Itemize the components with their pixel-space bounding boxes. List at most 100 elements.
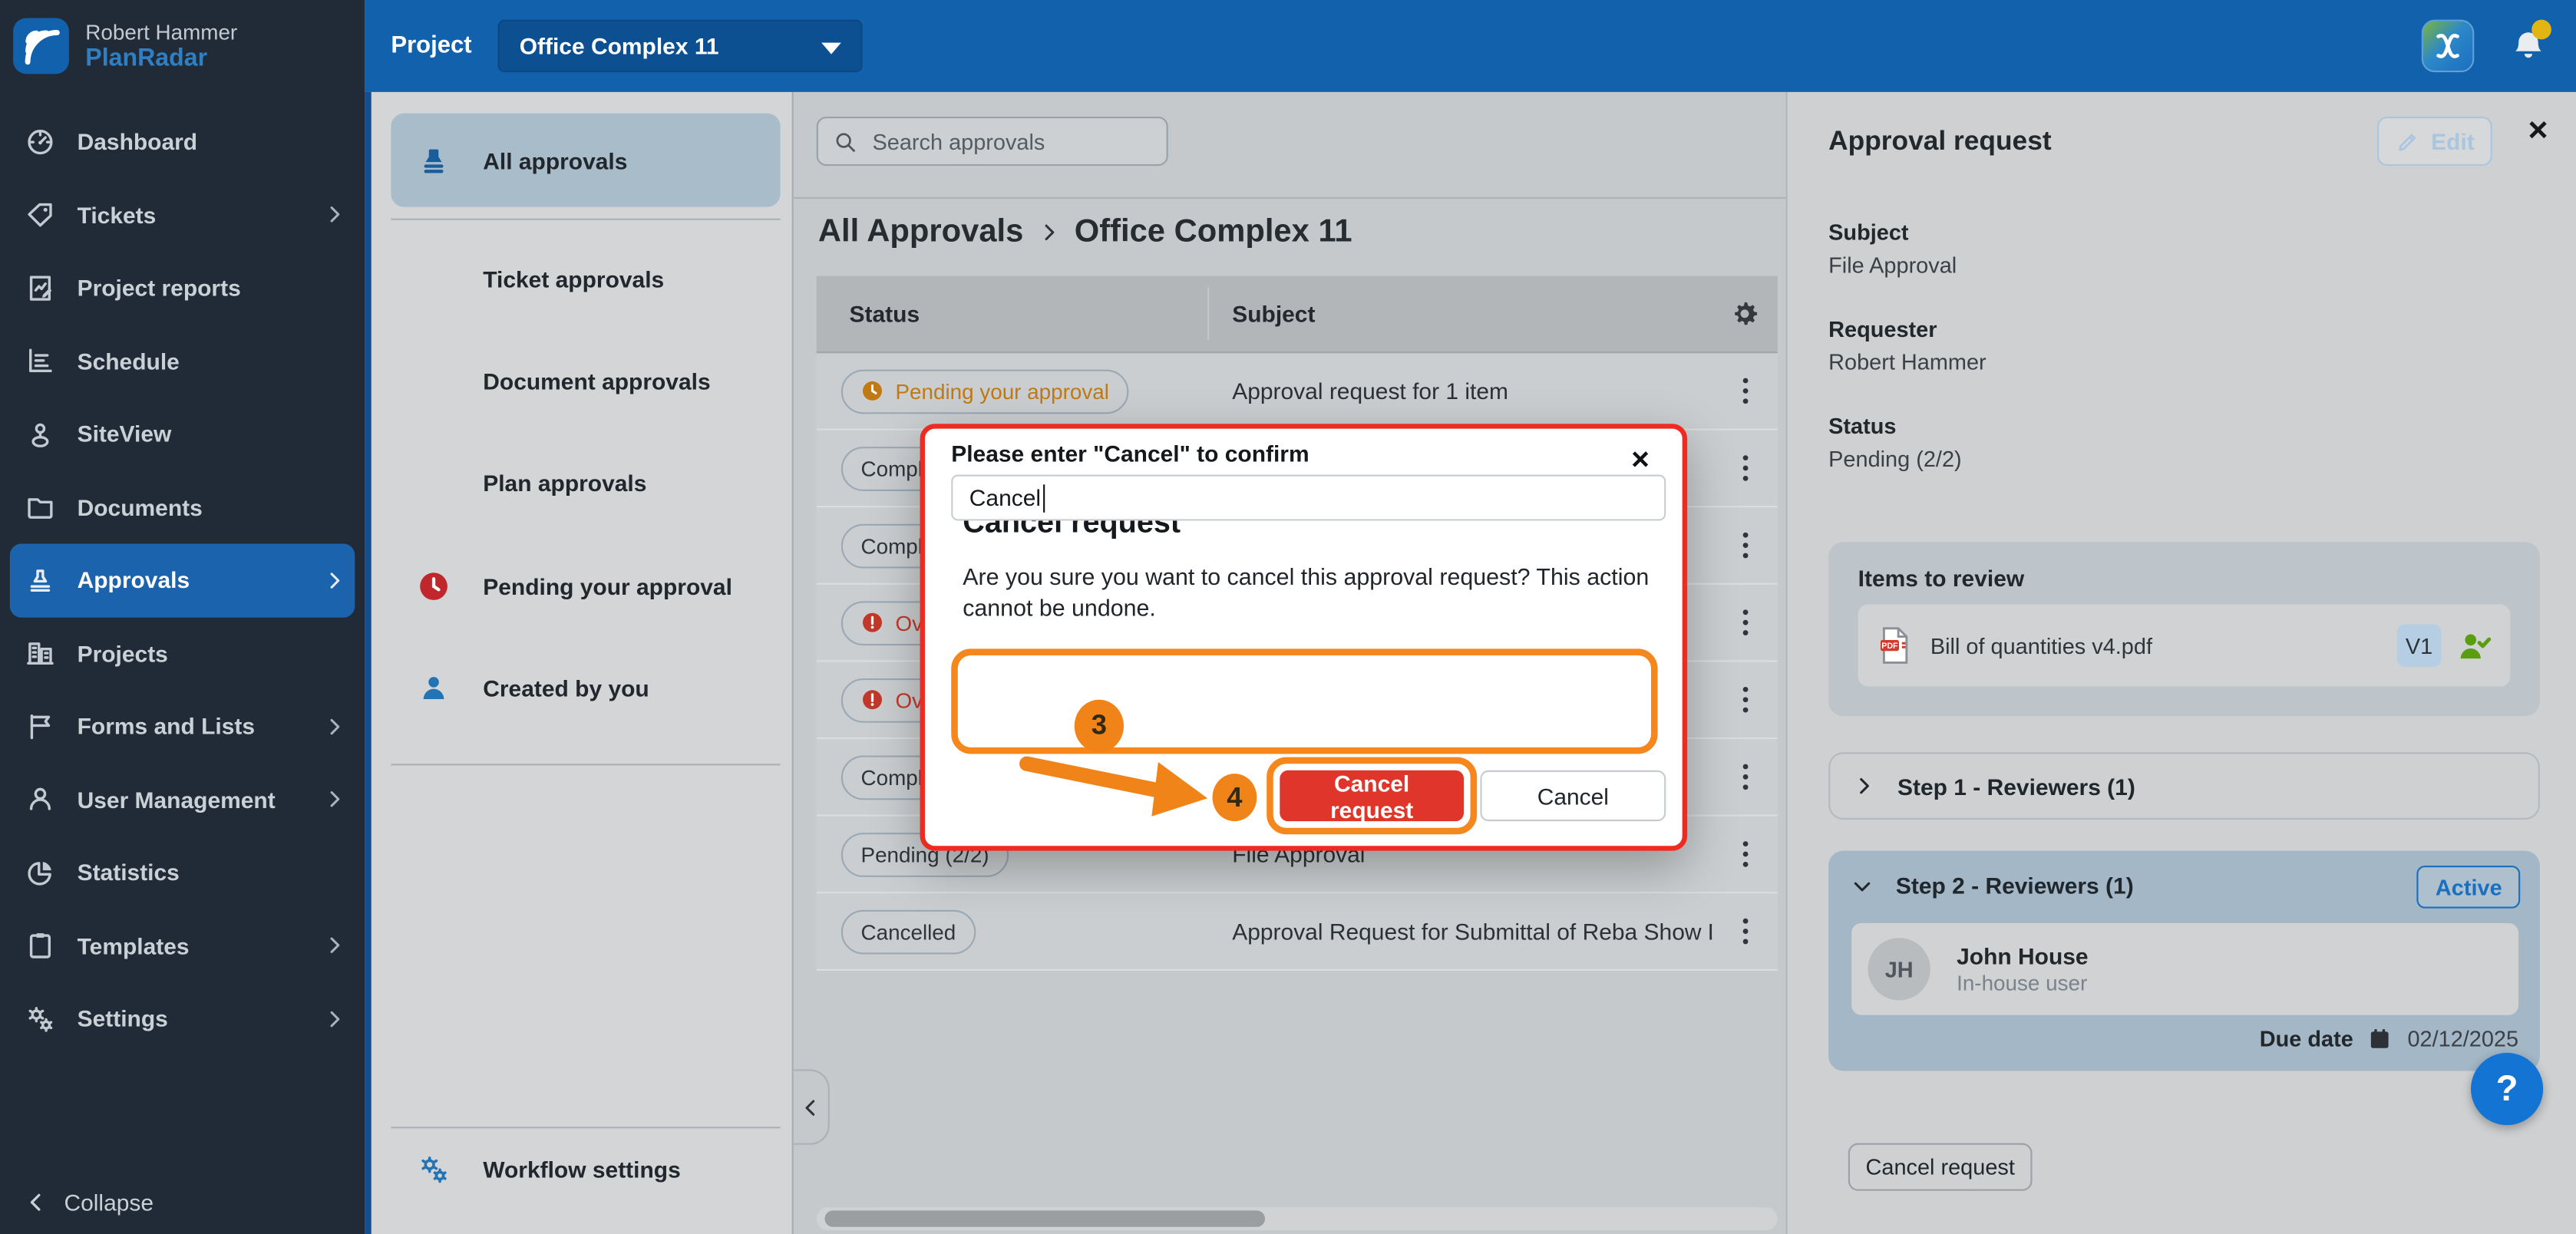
main-sidebar: Robert Hammer PlanRadar DashboardTickets…	[0, 0, 365, 1234]
project-dropdown-value: Office Complex 11	[520, 33, 719, 59]
sidebar-item-siteview[interactable]: SiteView	[0, 398, 365, 470]
chevron-down-icon	[1851, 875, 1873, 896]
subsidebar-item-document-approvals[interactable]: Document approvals	[391, 345, 780, 417]
folderSolid-icon	[418, 365, 451, 398]
panel-collapse-handle[interactable]	[794, 1069, 830, 1144]
subsidebar-item-label: Pending your approval	[483, 573, 732, 599]
kebab-menu-icon[interactable]	[1739, 838, 1751, 871]
kebab-menu-icon[interactable]	[1739, 452, 1751, 485]
clock-icon	[861, 379, 884, 402]
panel-cancel-request-button[interactable]: Cancel request	[1848, 1143, 2033, 1191]
table-row[interactable]: CancelledApproval Request for Submittal …	[817, 893, 1778, 971]
sidebar-item-label: Projects	[78, 640, 168, 666]
sidebar-item-label: User Management	[78, 787, 276, 813]
file-name: Bill of quantities v4.pdf	[1930, 633, 2397, 658]
cancel-request-modal: × Cancel request Are you sure you want t…	[920, 424, 1688, 850]
sidebar-item-forms-and-lists[interactable]: Forms and Lists	[0, 690, 365, 763]
search-box	[817, 117, 1168, 166]
confirm-instruction-label: Please enter "Cancel" to confirm	[951, 440, 1309, 467]
kebab-menu-icon[interactable]	[1739, 683, 1751, 716]
sidebar-item-settings[interactable]: Settings	[0, 982, 365, 1055]
subsidebar-item-all-approvals[interactable]: All approvals	[391, 114, 780, 207]
help-button[interactable]: ?	[2471, 1053, 2543, 1125]
sidebar-collapse-button[interactable]: Collapse	[25, 1189, 154, 1215]
clipboard-icon	[25, 930, 56, 962]
status-pill: Pending your approval	[841, 368, 1129, 413]
reviewer-row[interactable]: JH John House In-house user	[1851, 923, 2518, 1015]
search-input[interactable]	[869, 127, 1151, 155]
pencil-icon	[2395, 129, 2419, 153]
breadcrumb-current: Office Complex 11	[1075, 213, 1352, 251]
chevron-right-icon	[324, 1008, 345, 1030]
sidebar-item-project-reports[interactable]: Project reports	[0, 251, 365, 324]
kebab-menu-icon[interactable]	[1739, 606, 1751, 639]
notifications-button[interactable]	[2510, 26, 2546, 65]
field-value: File Approval	[1828, 253, 1986, 278]
kebab-menu-icon[interactable]	[1739, 529, 1751, 562]
modal-body-text: Are you sure you want to cancel this app…	[963, 563, 1686, 625]
version-badge[interactable]: V1	[2397, 624, 2442, 667]
items-to-review-card: Items to review PDF Bill of quantities v…	[1828, 542, 2540, 716]
modal-cancel-button[interactable]: Cancel	[1480, 770, 1666, 821]
sidebar-item-label: Documents	[78, 494, 203, 520]
breadcrumb-root[interactable]: All Approvals	[818, 213, 1024, 251]
kebab-menu-icon[interactable]	[1739, 761, 1751, 794]
sidebar-item-templates[interactable]: Templates	[0, 909, 365, 982]
sidebar-item-user-management[interactable]: User Management	[0, 763, 365, 836]
divider	[391, 219, 780, 220]
kebab-menu-icon[interactable]	[1739, 374, 1751, 407]
connect-app-button[interactable]	[2422, 20, 2474, 72]
field-label: Status	[1828, 414, 1986, 438]
subsidebar-item-ticket-approvals[interactable]: Ticket approvals	[391, 243, 780, 315]
subsidebar-item-label: Document approvals	[483, 368, 710, 394]
step1-accordion[interactable]: Step 1 - Reviewers (1)	[1828, 752, 2540, 820]
subsidebar-item-label: All approvals	[483, 147, 627, 173]
sidebar-item-schedule[interactable]: Schedule	[0, 325, 365, 398]
tagSolid-icon	[418, 262, 451, 295]
sidebar-item-statistics[interactable]: Statistics	[0, 836, 365, 909]
sidebar-item-approvals[interactable]: Approvals	[10, 543, 355, 616]
divider	[391, 1127, 780, 1128]
project-dropdown[interactable]: Office Complex 11	[498, 20, 863, 72]
approvals-sidebar: Workflow settings All approvals Ticket ap…	[365, 92, 794, 1234]
table-row[interactable]: Pending your approvalApproval request fo…	[817, 353, 1778, 431]
column-header-subject[interactable]: Subject	[1207, 301, 1712, 327]
sidebar-item-label: Templates	[78, 932, 190, 958]
user-block[interactable]: Robert Hammer PlanRadar	[0, 0, 365, 92]
user-name: Robert Hammer	[85, 20, 237, 45]
edit-button[interactable]: Edit	[2377, 117, 2492, 166]
subsidebar-item-pending-your-approval[interactable]: Pending your approval	[391, 550, 780, 622]
column-header-status[interactable]: Status	[817, 301, 1207, 327]
gauge-icon	[25, 126, 56, 157]
step2-accordion[interactable]: Step 2 - Reviewers (1)	[1851, 873, 2134, 899]
file-row[interactable]: PDF Bill of quantities v4.pdf V1	[1858, 605, 2511, 687]
sidebar-item-projects[interactable]: Projects	[0, 617, 365, 690]
avatar: JH	[1868, 938, 1930, 1000]
subsidebar-item-created-by-you[interactable]: Created by you	[391, 652, 780, 724]
field-value: Robert Hammer	[1828, 350, 1986, 374]
tag-icon	[25, 200, 56, 231]
top-bar: Project Office Complex 11	[365, 0, 2576, 92]
step2-card: Step 2 - Reviewers (1) Active JH John Ho…	[1828, 851, 2540, 1071]
sidebar-item-dashboard[interactable]: Dashboard	[0, 105, 365, 178]
chevron-right-icon	[324, 935, 345, 956]
scrollbar-thumb[interactable]	[824, 1210, 1265, 1226]
sidebar-item-documents[interactable]: Documents	[0, 470, 365, 543]
modal-close-button[interactable]: ×	[1631, 445, 1650, 477]
subject-cell: Approval Request for Submittal of Reba S…	[1207, 918, 1712, 944]
step1-label: Step 1 - Reviewers (1)	[1897, 773, 2135, 799]
confirm-text-input[interactable]: Cancel	[951, 475, 1666, 521]
search-icon	[833, 129, 857, 153]
text-cursor	[1042, 483, 1045, 511]
annotation-step-4: 4	[1213, 774, 1257, 821]
sidebar-item-tickets[interactable]: Tickets	[0, 178, 365, 251]
notification-badge	[2531, 20, 2551, 40]
pdf-file-icon: PDF	[1878, 625, 1911, 665]
workflow-settings-item[interactable]: Workflow settings	[391, 1133, 780, 1206]
subsidebar-item-plan-approvals[interactable]: Plan approvals	[391, 447, 780, 519]
modal-cancel-request-button[interactable]: Cancel request	[1280, 770, 1464, 821]
annotation-box-confirm	[951, 648, 1657, 754]
panel-close-button[interactable]: ×	[2528, 114, 2548, 148]
table-settings-gear-icon[interactable]	[1730, 299, 1760, 329]
kebab-menu-icon[interactable]	[1739, 915, 1751, 948]
